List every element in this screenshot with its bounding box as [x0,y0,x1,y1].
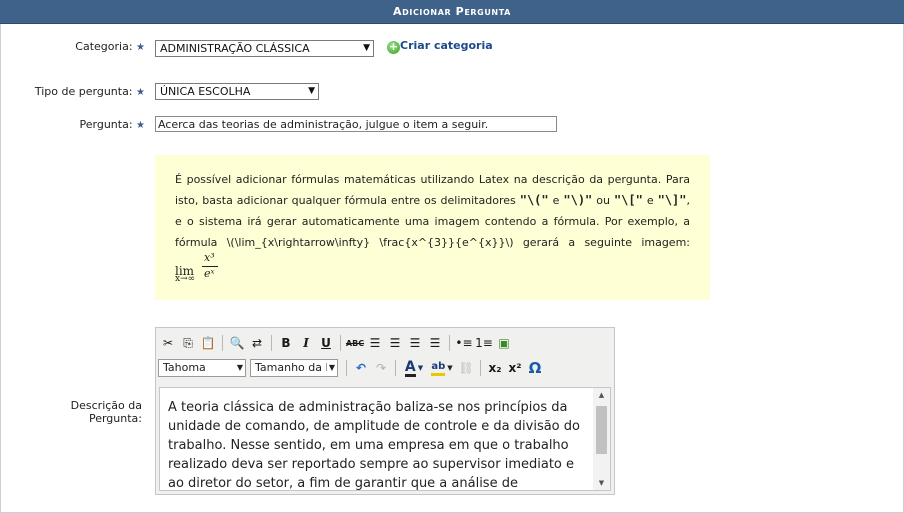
subscript-button[interactable]: x₂ [485,358,505,378]
editor-content[interactable]: A teoria clássica de administração baliz… [159,387,611,491]
replace-icon[interactable]: ⇄ [247,333,267,353]
required-star-icon: ★ [136,87,145,98]
cut-icon[interactable]: ✂ [158,333,178,353]
rich-text-editor: ✂ ⎘ 📋 🔍 ⇄ B I U ABC ☰ ☰ ☰ ☰ •≡ 1≡ ▣ Taho… [155,327,615,495]
numbered-list-icon[interactable]: 1≡ [474,333,494,353]
font-family-select[interactable]: Tahoma ▼ [158,359,246,377]
tipo-select[interactable]: ÚNICA ESCOLHA ▼ [155,83,319,100]
formula-image: lim x→∞ x³ eˣ [175,252,223,287]
scroll-up-icon[interactable]: ▲ [593,388,610,402]
scroll-down-icon[interactable]: ▼ [593,476,610,490]
align-left-icon[interactable]: ☰ [365,333,385,353]
italic-button[interactable]: I [296,333,316,353]
add-circle-icon: + [387,40,400,54]
pergunta-input[interactable] [155,116,557,132]
categoria-label: Categoria: ★ [75,40,145,53]
paste-icon[interactable]: 📋 [198,333,218,353]
strikethrough-button[interactable]: ABC [345,333,365,353]
bullet-list-icon[interactable]: •≡ [454,333,474,353]
align-justify-icon[interactable]: ☰ [425,333,445,353]
font-size-select[interactable]: Tamanho da F ▼ [250,359,338,377]
find-icon[interactable]: 🔍 [227,333,247,353]
copy-icon[interactable]: ⎘ [178,333,198,353]
superscript-button[interactable]: x² [505,358,525,378]
image-icon[interactable]: ▣ [494,333,514,353]
toolbar-row-2: Tahoma ▼ Tamanho da F ▼ ↶ ↷ A ▼ ab ▼ ⛓ x₂ x²… [158,356,545,380]
editor-scrollbar[interactable]: ▲ ▼ [593,388,610,490]
tipo-label: Tipo de pergunta: ★ [34,85,145,98]
text-color-button[interactable]: A ▼ [400,358,428,378]
align-right-icon[interactable]: ☰ [405,333,425,353]
toolbar-row-1: ✂ ⎘ 📋 🔍 ⇄ B I U ABC ☰ ☰ ☰ ☰ •≡ 1≡ ▣ [158,331,514,355]
bold-button[interactable]: B [276,333,296,353]
pergunta-label: Pergunta: ★ [79,118,146,131]
scroll-thumb[interactable] [596,406,607,454]
highlight-color-button[interactable]: ab ▼ [428,358,456,378]
special-char-button[interactable]: Ω [525,358,545,378]
chevron-down-icon: ▼ [234,360,243,376]
align-center-icon[interactable]: ☰ [385,333,405,353]
redo-icon[interactable]: ↷ [371,358,391,378]
categoria-select[interactable]: ADMINISTRAÇÃO CLÁSSICA ▼ [155,40,374,57]
page-title: Adicionar Pergunta [0,0,904,24]
required-star-icon: ★ [136,42,145,53]
required-star-icon: ★ [136,120,145,131]
chevron-down-icon: ▼ [326,360,335,376]
chevron-down-icon: ▼ [308,86,315,96]
undo-icon[interactable]: ↶ [351,358,371,378]
chevron-down-icon: ▼ [363,43,370,53]
underline-button[interactable]: U [316,333,336,353]
latex-help-note: É possível adicionar fórmulas matemática… [155,155,710,300]
link-icon[interactable]: ⛓ [456,358,476,378]
criar-categoria-link[interactable]: + Criar categoria [387,39,493,54]
descricao-label: Descrição da Pergunta: [70,399,142,425]
